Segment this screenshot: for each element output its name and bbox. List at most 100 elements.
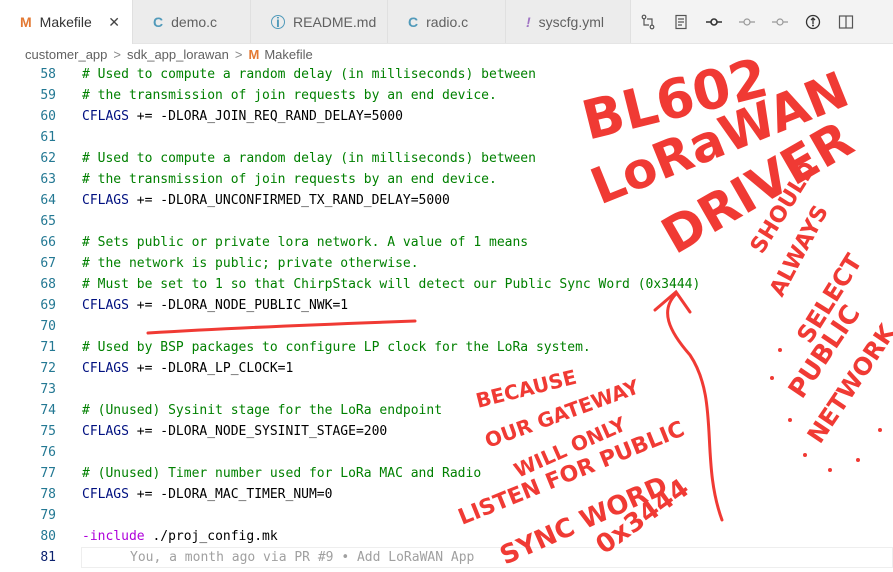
line-number: 76 xyxy=(40,445,56,460)
line-number: 70 xyxy=(40,319,56,334)
code-line[interactable]: 59 # the transmission of join requests by… xyxy=(0,85,893,106)
code-text: -include ./proj_config.mk xyxy=(82,526,278,547)
tab-label: demo.c xyxy=(171,13,218,30)
code-text: # the network is public; private otherwi… xyxy=(82,253,419,274)
line-number: 74 xyxy=(40,403,56,418)
line-number: 78 xyxy=(40,487,56,502)
code-text: # Used to compute a random delay (in mil… xyxy=(82,64,536,85)
compare-changes-icon[interactable] xyxy=(631,0,664,43)
open-preview-icon[interactable] xyxy=(664,0,697,43)
line-number: 72 xyxy=(40,361,56,376)
code-line[interactable]: 64 CFLAGS += -DLORA_UNCONFIRMED_TX_RAND_D… xyxy=(0,190,893,211)
code-line[interactable]: 81 You, a month ago via PR #9 • Add LoRaW… xyxy=(0,547,893,568)
tab-label: README.md xyxy=(293,13,377,30)
code-text: CFLAGS += -DLORA_LP_CLOCK=1 xyxy=(82,358,293,379)
tab-label: Makefile xyxy=(39,14,92,30)
code-line[interactable]: 66 # Sets public or private lora network.… xyxy=(0,232,893,253)
previous-change-icon[interactable] xyxy=(730,0,763,43)
toggle-blame-icon[interactable] xyxy=(796,0,829,43)
code-value: += -DLORA_MAC_TIMER_NUM=0 xyxy=(128,487,333,502)
code-line[interactable]: 70 xyxy=(0,316,893,337)
breadcrumb-item-makefile[interactable]: Makefile xyxy=(264,47,312,62)
line-number: 81 xyxy=(40,550,56,565)
tab-demo-c[interactable]: C demo.c xyxy=(133,0,251,43)
code-line[interactable]: 69 CFLAGS += -DLORA_NODE_PUBLIC_NWK=1 xyxy=(0,295,893,316)
line-number: 68 xyxy=(40,277,56,292)
line-number: 80 xyxy=(40,529,56,544)
code-comment: # Used to compute a random delay (in mil… xyxy=(82,67,536,82)
git-commit-icon[interactable] xyxy=(697,0,730,43)
makefile-icon: M xyxy=(248,46,260,62)
code-line[interactable]: 75 CFLAGS += -DLORA_NODE_SYSINIT_STAGE=20… xyxy=(0,421,893,442)
code-comment: # the transmission of join requests by a… xyxy=(82,172,497,187)
code-text: # Used to compute a random delay (in mil… xyxy=(82,148,536,169)
code-text: # (Unused) Timer number used for LoRa MA… xyxy=(82,463,481,484)
code-text: # (Unused) Sysinit stage for the LoRa en… xyxy=(82,400,442,421)
line-number: 58 xyxy=(40,67,56,82)
code-line[interactable]: 78 CFLAGS += -DLORA_MAC_TIMER_NUM=0 xyxy=(0,484,893,505)
code-text: CFLAGS += -DLORA_NODE_PUBLIC_NWK=1 xyxy=(82,295,348,316)
line-number: 69 xyxy=(40,298,56,313)
line-number: 63 xyxy=(40,172,56,187)
code-comment: # (Unused) Sysinit stage for the LoRa en… xyxy=(82,403,443,418)
line-number: 73 xyxy=(40,382,56,397)
code-line[interactable]: 79 xyxy=(0,505,893,526)
git-blame-annotation: You, a month ago via PR #9 • Add LoRaWAN… xyxy=(130,550,475,565)
breadcrumb-separator: > xyxy=(113,46,121,62)
code-text: CFLAGS += -DLORA_JOIN_REQ_RAND_DELAY=500… xyxy=(82,106,403,127)
code-line[interactable]: 67 # the network is public; private other… xyxy=(0,253,893,274)
line-number: 61 xyxy=(40,130,56,145)
line-number: 66 xyxy=(40,235,56,250)
include-path: ./proj_config.mk xyxy=(144,529,278,544)
tab-radio-c[interactable]: C radio.c xyxy=(388,0,506,43)
include-keyword: -include xyxy=(82,529,145,544)
line-number: 75 xyxy=(40,424,56,439)
code-comment: # Used to compute a random delay (in mil… xyxy=(82,151,536,166)
code-text: # the transmission of join requests by a… xyxy=(82,85,497,106)
c-file-icon: C xyxy=(153,13,164,30)
code-line[interactable]: 80 -include ./proj_config.mk xyxy=(0,526,893,547)
line-number: 71 xyxy=(40,340,56,355)
variable-name: CFLAGS xyxy=(82,361,129,376)
c-file-icon: C xyxy=(408,13,419,30)
code-line[interactable]: 72 CFLAGS += -DLORA_LP_CLOCK=1 xyxy=(0,358,893,379)
tab-readme[interactable]: i README.md xyxy=(251,0,388,43)
tab-label: syscfg.yml xyxy=(538,13,605,30)
tab-makefile[interactable]: M Makefile ✕ xyxy=(0,0,133,44)
info-icon: i xyxy=(271,14,285,29)
code-value: += -DLORA_LP_CLOCK=1 xyxy=(128,361,294,376)
breadcrumb-item-customer-app[interactable]: customer_app xyxy=(25,47,107,62)
code-line[interactable]: 76 xyxy=(0,442,893,463)
tab-syscfg-yml[interactable]: ! syscfg.yml xyxy=(506,0,631,43)
variable-name: CFLAGS xyxy=(82,298,129,313)
line-number: 62 xyxy=(40,151,56,166)
line-number: 67 xyxy=(40,256,56,271)
code-line[interactable]: 63 # the transmission of join requests by… xyxy=(0,169,893,190)
code-comment: # Sets public or private lora network. A… xyxy=(82,235,529,250)
code-text: # Must be set to 1 so that ChirpStack wi… xyxy=(82,274,700,295)
breadcrumb-item-sdk-app-lorawan[interactable]: sdk_app_lorawan xyxy=(127,47,229,62)
code-line[interactable]: 62 # Used to compute a random delay (in m… xyxy=(0,148,893,169)
code-line[interactable]: 68 # Must be set to 1 so that ChirpStack … xyxy=(0,274,893,295)
code-line[interactable]: 74 # (Unused) Sysinit stage for the LoRa … xyxy=(0,400,893,421)
code-line[interactable]: 61 xyxy=(0,127,893,148)
variable-name: CFLAGS xyxy=(82,424,129,439)
next-change-icon[interactable] xyxy=(763,0,796,43)
line-number: 77 xyxy=(40,466,56,481)
code-line[interactable]: 60 CFLAGS += -DLORA_JOIN_REQ_RAND_DELAY=5… xyxy=(0,106,893,127)
split-editor-icon[interactable] xyxy=(829,0,862,43)
code-line[interactable]: 58 # Used to compute a random delay (in m… xyxy=(0,64,893,85)
code-comment: # Used by BSP packages to configure LP c… xyxy=(82,340,591,355)
code-line[interactable]: 65 xyxy=(0,211,893,232)
code-comment: # the network is public; private otherwi… xyxy=(82,256,419,271)
close-icon[interactable]: ✕ xyxy=(108,14,120,31)
tab-label: radio.c xyxy=(426,13,469,30)
code-line[interactable]: 71 # Used by BSP packages to configure LP… xyxy=(0,337,893,358)
code-editor[interactable]: 58 # Used to compute a random delay (in m… xyxy=(0,64,893,568)
line-number: 59 xyxy=(40,88,56,103)
breadcrumb: customer_app > sdk_app_lorawan > M Makef… xyxy=(0,44,893,64)
code-value: += -DLORA_UNCONFIRMED_TX_RAND_DELAY=5000 xyxy=(128,193,450,208)
code-line[interactable]: 73 xyxy=(0,379,893,400)
code-comment: # (Unused) Timer number used for LoRa MA… xyxy=(82,466,482,481)
code-line[interactable]: 77 # (Unused) Timer number used for LoRa … xyxy=(0,463,893,484)
